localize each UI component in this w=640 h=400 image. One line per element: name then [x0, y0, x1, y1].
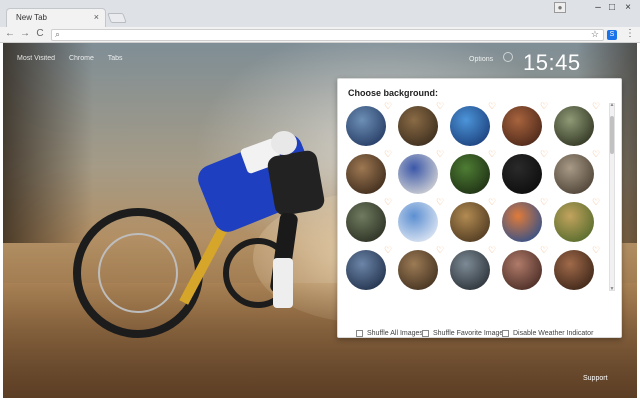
background-thumbnail[interactable]	[502, 106, 542, 146]
shuffle-favorites-option[interactable]: Shuffle Favorite Images	[422, 330, 507, 337]
favorite-heart-icon[interactable]: ♡	[540, 102, 549, 111]
background-thumbnail[interactable]	[554, 106, 594, 146]
most-visited-link[interactable]: Most Visited	[17, 55, 55, 62]
weather-icon	[503, 52, 513, 62]
background-thumbnail[interactable]	[450, 250, 490, 290]
favorite-heart-icon[interactable]: ♡	[540, 246, 549, 255]
background-thumbnail[interactable]	[450, 154, 490, 194]
front-rim	[98, 233, 178, 313]
chrome-link[interactable]: Chrome	[69, 55, 94, 62]
extension-icon[interactable]: S	[607, 30, 617, 40]
favorite-heart-icon[interactable]: ♡	[384, 102, 393, 111]
background-thumbnail[interactable]	[502, 250, 542, 290]
favorite-heart-icon[interactable]: ♡	[592, 102, 601, 111]
favorite-heart-icon[interactable]: ♡	[436, 150, 445, 159]
background-thumbnail[interactable]	[346, 154, 386, 194]
disable-weather-checkbox[interactable]	[502, 330, 509, 337]
favorite-heart-icon[interactable]: ♡	[540, 198, 549, 207]
background-thumbnail[interactable]	[398, 202, 438, 242]
background-thumbnail[interactable]	[346, 202, 386, 242]
favorite-heart-icon[interactable]: ♡	[384, 198, 393, 207]
shuffle-all-option[interactable]: Shuffle All Images	[356, 330, 423, 337]
background-thumbnail[interactable]	[502, 154, 542, 194]
reload-button[interactable]: C	[34, 28, 46, 40]
panel-title: Choose background:	[348, 88, 439, 98]
top-links: Most Visited Chrome Tabs	[17, 55, 134, 62]
background-thumbnail[interactable]	[450, 202, 490, 242]
favorite-heart-icon[interactable]: ♡	[436, 246, 445, 255]
tab-strip: New Tab × ● – □ ×	[0, 0, 640, 27]
maximize-button[interactable]: □	[604, 2, 620, 14]
close-icon[interactable]: ×	[94, 12, 99, 22]
user-icon[interactable]: ●	[554, 2, 566, 13]
favorite-heart-icon[interactable]: ♡	[436, 102, 445, 111]
favorite-heart-icon[interactable]: ♡	[384, 150, 393, 159]
background-thumbnail[interactable]	[398, 250, 438, 290]
shuffle-all-label: Shuffle All Images	[367, 330, 423, 337]
address-bar[interactable]: ⌕ ☆	[51, 29, 604, 41]
menu-icon[interactable]: ⋮	[625, 28, 635, 39]
scrollbar[interactable]: ▲ ▼	[609, 102, 615, 292]
shuffle-all-checkbox[interactable]	[356, 330, 363, 337]
scroll-down-icon[interactable]: ▼	[609, 286, 615, 292]
rider-helmet	[271, 131, 297, 155]
favorite-heart-icon[interactable]: ♡	[488, 150, 497, 159]
background-thumbnail[interactable]	[554, 202, 594, 242]
background-thumbnail[interactable]	[502, 202, 542, 242]
background-thumbnail[interactable]	[346, 250, 386, 290]
new-tab-button[interactable]	[107, 13, 127, 23]
tab-title: New Tab	[16, 13, 47, 22]
shuffle-favorites-checkbox[interactable]	[422, 330, 429, 337]
favorite-heart-icon[interactable]: ♡	[488, 102, 497, 111]
browser-toolbar: ← → C ⌕ ☆ S ⋮	[0, 27, 640, 43]
favorite-heart-icon[interactable]: ♡	[436, 198, 445, 207]
favorite-heart-icon[interactable]: ♡	[540, 150, 549, 159]
tabs-link[interactable]: Tabs	[108, 55, 123, 62]
background-thumbnail[interactable]	[554, 154, 594, 194]
thumbnail-grid: ♡ ♡ ♡ ♡ ♡ ♡ ♡ ♡ ♡ ♡ ♡ ♡ ♡ ♡ ♡ ♡ ♡ ♡ ♡ ♡	[346, 102, 608, 292]
new-tab-page: Most Visited Chrome Tabs Options 15:45 S…	[3, 43, 637, 398]
back-button[interactable]: ←	[4, 28, 16, 40]
favorite-heart-icon[interactable]: ♡	[592, 198, 601, 207]
forward-button[interactable]: →	[19, 28, 31, 40]
support-link[interactable]: Support	[583, 375, 608, 382]
scroll-thumb[interactable]	[610, 116, 614, 154]
disable-weather-option[interactable]: Disable Weather Indicator	[502, 330, 593, 337]
tab-new-tab[interactable]: New Tab ×	[6, 8, 106, 27]
shuffle-favorites-label: Shuffle Favorite Images	[433, 330, 507, 337]
background-thumbnail[interactable]	[398, 106, 438, 146]
options-link[interactable]: Options	[469, 56, 493, 63]
search-icon: ⌕	[55, 29, 61, 39]
favorite-heart-icon[interactable]: ♡	[488, 198, 497, 207]
background-thumbnail[interactable]	[346, 106, 386, 146]
favorite-heart-icon[interactable]: ♡	[592, 150, 601, 159]
rider-torso	[266, 149, 326, 217]
scroll-up-icon[interactable]: ▲	[609, 102, 615, 108]
favorite-heart-icon[interactable]: ♡	[488, 246, 497, 255]
background-thumbnail[interactable]	[554, 250, 594, 290]
background-thumbnail[interactable]	[450, 106, 490, 146]
favorite-heart-icon[interactable]: ♡	[592, 246, 601, 255]
background-chooser-panel: Choose background: ♡ ♡ ♡ ♡ ♡ ♡ ♡ ♡ ♡ ♡ ♡ ♡ ♡ ♡ ♡ ♡ ♡ ♡ ♡ ♡ …	[337, 78, 622, 338]
rider-boot	[273, 258, 293, 308]
disable-weather-label: Disable Weather Indicator	[513, 330, 594, 337]
clock: 15:45	[523, 50, 581, 75]
favorite-heart-icon[interactable]: ♡	[384, 246, 393, 255]
background-thumbnail[interactable]	[398, 154, 438, 194]
window-close-button[interactable]: ×	[620, 2, 636, 14]
bookmark-star-icon[interactable]: ☆	[591, 29, 599, 40]
